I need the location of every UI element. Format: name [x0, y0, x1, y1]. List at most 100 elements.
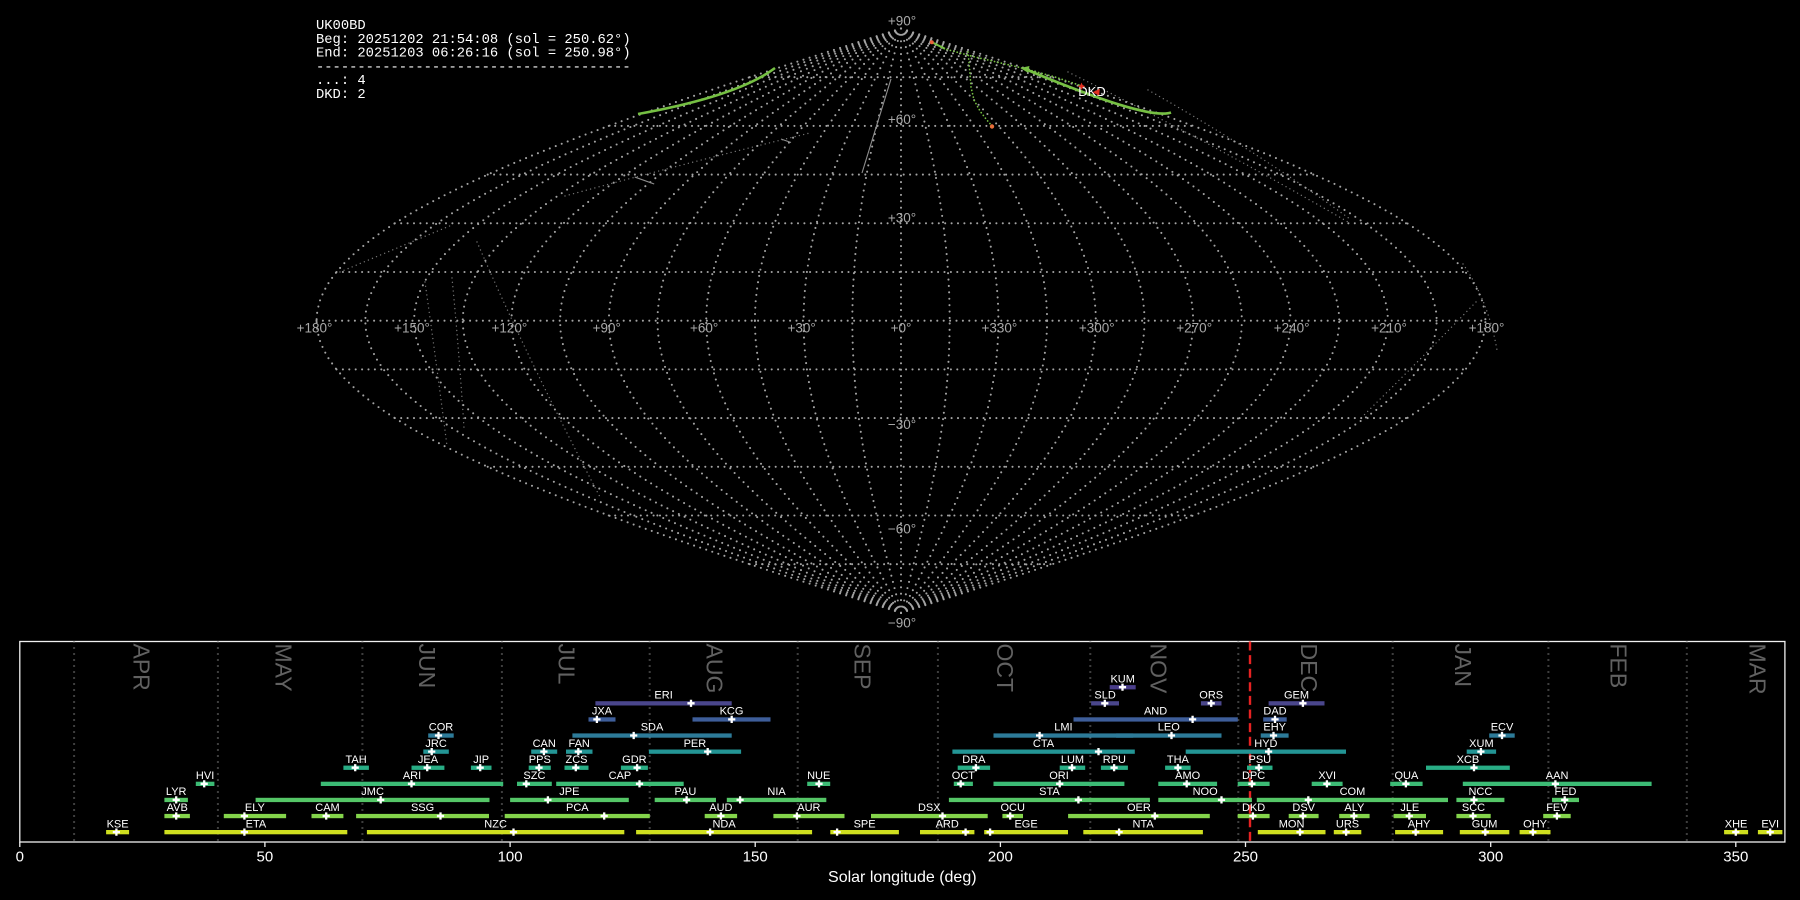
svg-text:KCG: KCG: [720, 706, 744, 718]
svg-text:MAR: MAR: [1744, 644, 1770, 695]
svg-text:TAH: TAH: [346, 754, 367, 766]
svg-text:AUD: AUD: [709, 802, 732, 814]
svg-text:Beg: 20251202 21:54:08 (sol =: Beg: 20251202 21:54:08 (sol = 250.62°): [316, 32, 631, 48]
svg-text:ECV: ECV: [1491, 722, 1514, 734]
svg-text:200: 200: [988, 849, 1013, 866]
svg-text:50: 50: [257, 849, 274, 866]
svg-text:FAN: FAN: [568, 738, 589, 750]
svg-text:OCT: OCT: [992, 644, 1018, 693]
svg-text:SLD: SLD: [1094, 690, 1115, 702]
svg-text:AMO: AMO: [1175, 770, 1201, 782]
svg-text:MON: MON: [1279, 818, 1305, 830]
svg-text:APR: APR: [128, 644, 154, 691]
svg-text:EHY: EHY: [1263, 722, 1286, 734]
svg-text:EGE: EGE: [1014, 818, 1037, 830]
svg-text:+180°: +180°: [1469, 321, 1505, 336]
svg-text:AUG: AUG: [702, 644, 728, 694]
svg-text:GUM: GUM: [1472, 818, 1498, 830]
svg-text:JAN: JAN: [1450, 644, 1476, 687]
svg-text:FEB: FEB: [1606, 644, 1632, 689]
svg-text:LUM: LUM: [1061, 754, 1084, 766]
svg-text:ELY: ELY: [245, 802, 266, 814]
svg-text:LEO: LEO: [1158, 722, 1180, 734]
svg-text:NOV: NOV: [1145, 644, 1171, 695]
svg-text:ORI: ORI: [1049, 770, 1069, 782]
svg-text:URS: URS: [1336, 818, 1359, 830]
svg-text:+60°: +60°: [690, 321, 718, 336]
svg-text:250: 250: [1233, 849, 1258, 866]
svg-text:DAD: DAD: [1263, 706, 1286, 718]
svg-text:+90°: +90°: [593, 321, 621, 336]
svg-text:JMC: JMC: [361, 786, 384, 798]
svg-text:+120°: +120°: [491, 321, 527, 336]
svg-text:SDA: SDA: [641, 722, 664, 734]
svg-text:XCB: XCB: [1457, 754, 1480, 766]
svg-text:JPE: JPE: [559, 786, 579, 798]
svg-text:FEV: FEV: [1546, 802, 1568, 814]
svg-text:AND: AND: [1144, 706, 1167, 718]
svg-text:DKD: 2: DKD: 2: [316, 88, 366, 103]
svg-text:MAY: MAY: [271, 644, 297, 692]
svg-text:PER: PER: [684, 738, 707, 750]
svg-text:PAU: PAU: [674, 786, 696, 798]
svg-text:OER: OER: [1127, 802, 1151, 814]
svg-text:+60°: +60°: [888, 112, 916, 127]
svg-text:SSG: SSG: [411, 802, 434, 814]
svg-text:300: 300: [1478, 849, 1503, 866]
svg-text:NIA: NIA: [767, 786, 786, 798]
svg-text:+30°: +30°: [787, 321, 815, 336]
svg-text:0: 0: [16, 849, 24, 866]
svg-text:OHY: OHY: [1523, 818, 1548, 830]
svg-text:JXA: JXA: [592, 706, 613, 718]
svg-text:DKD: DKD: [1242, 802, 1265, 814]
svg-text:AHY: AHY: [1408, 818, 1431, 830]
svg-text:PPS: PPS: [529, 754, 551, 766]
svg-text:QUA: QUA: [1394, 770, 1419, 782]
svg-text:AAN: AAN: [1546, 770, 1569, 782]
svg-text:SPE: SPE: [854, 818, 876, 830]
svg-text:+270°: +270°: [1176, 321, 1212, 336]
svg-text:...: 4: ...: 4: [316, 74, 366, 89]
svg-text:GDR: GDR: [622, 754, 647, 766]
svg-text:CAP: CAP: [609, 770, 632, 782]
svg-text:CTA: CTA: [1033, 738, 1055, 750]
svg-text:DEC: DEC: [1296, 644, 1322, 693]
svg-text:150: 150: [743, 849, 768, 866]
svg-text:HVI: HVI: [196, 770, 214, 782]
svg-text:DPC: DPC: [1242, 770, 1265, 782]
svg-text:ZCS: ZCS: [566, 754, 588, 766]
svg-text:EVI: EVI: [1761, 818, 1779, 830]
svg-text:100: 100: [498, 849, 523, 866]
svg-text:------------------------------: --------------------------------------: [316, 60, 631, 75]
svg-text:−60°: −60°: [888, 522, 916, 537]
svg-text:+210°: +210°: [1371, 321, 1407, 336]
svg-text:COM: COM: [1340, 786, 1366, 798]
svg-text:−90°: −90°: [888, 616, 916, 631]
svg-text:XHE: XHE: [1725, 818, 1748, 830]
svg-text:NDA: NDA: [712, 818, 736, 830]
svg-text:ERI: ERI: [654, 690, 672, 702]
svg-text:KUM: KUM: [1110, 673, 1134, 685]
svg-text:AUR: AUR: [797, 802, 820, 814]
svg-text:XVI: XVI: [1318, 770, 1336, 782]
svg-text:DRA: DRA: [962, 754, 986, 766]
svg-text:FED: FED: [1555, 786, 1577, 798]
svg-text:+240°: +240°: [1274, 321, 1310, 336]
svg-text:COR: COR: [429, 722, 454, 734]
svg-text:LYR: LYR: [166, 786, 187, 798]
svg-text:NUE: NUE: [807, 770, 830, 782]
svg-text:ORS: ORS: [1199, 690, 1223, 702]
svg-text:End: 20251203 06:26:16 (sol =: End: 20251203 06:26:16 (sol = 250.98°): [316, 46, 631, 62]
svg-text:JUL: JUL: [554, 644, 580, 685]
svg-text:JEA: JEA: [418, 754, 439, 766]
svg-text:−30°: −30°: [888, 417, 916, 432]
svg-text:KSE: KSE: [107, 818, 129, 830]
svg-text:AVB: AVB: [167, 802, 188, 814]
svg-text:+90°: +90°: [888, 14, 916, 29]
svg-text:GEM: GEM: [1284, 690, 1309, 702]
svg-text:UK00BD: UK00BD: [316, 19, 366, 34]
svg-text:ETA: ETA: [246, 818, 267, 830]
svg-text:JRC: JRC: [425, 738, 446, 750]
svg-text:DSX: DSX: [918, 802, 941, 814]
svg-text:HYD: HYD: [1254, 738, 1277, 750]
